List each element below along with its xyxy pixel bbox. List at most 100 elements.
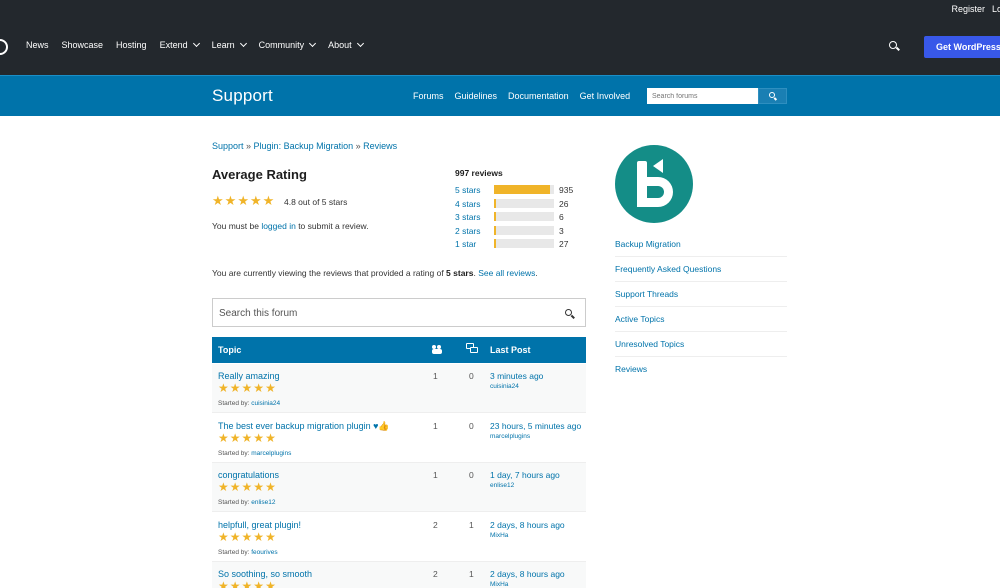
topic-title-link[interactable]: helpfull, great plugin! [218,520,301,530]
topic-title-link[interactable]: congratulations [218,470,279,480]
table-row: The best ever backup migration plugin ♥👍… [212,414,586,463]
rating-row-label[interactable]: 5 stars [455,185,481,195]
topic-posts: 0 [469,470,474,480]
breadcrumb: Support » Plugin: Backup Migration » Rev… [212,141,398,151]
support-link-forums[interactable]: Forums [413,91,444,101]
topic-freshness-link[interactable]: 23 hours, 5 minutes ago [490,421,581,431]
nav-item-community-wrap[interactable]: Community [259,39,317,50]
sidebar-item-unresolved-topics[interactable]: Unresolved Topics [615,332,787,357]
topic-freshness-link[interactable]: 2 days, 8 hours ago [490,569,565,579]
topic-author-link[interactable]: enlise12 [251,499,275,506]
register-link[interactable]: Register [951,4,985,14]
topic-author: Started by: feourives [218,549,278,556]
topic-last-poster-link[interactable]: marcelplugins [490,433,530,440]
nav-item-learn-wrap[interactable]: Learn [212,39,247,50]
breadcrumb-reviews[interactable]: Reviews [363,141,397,151]
search-icon[interactable] [565,309,575,319]
topic-author-link[interactable]: cuisinia24 [251,400,280,407]
star-icon: ★ [229,529,241,544]
nav-item-learn[interactable]: Learn [212,40,235,50]
star-icon: ★ [241,480,253,494]
nav-item-hosting[interactable]: Hosting [116,40,147,50]
logged-in-link[interactable]: logged in [261,221,296,231]
topic-title-link[interactable]: So soothing, so smooth [218,569,312,579]
rating-row-label[interactable]: 3 stars [455,212,481,222]
topic-last-poster-link[interactable]: MixHa [490,581,508,588]
star-icon: ★ [249,193,262,208]
rating-bar-fill [494,239,496,248]
table-row: Really amazing ★ ★ ★ ★ ★ Started by: cuisinia2… [212,364,586,413]
started-by-label: Started by: [218,400,252,407]
topic-author-link[interactable]: feourives [251,549,277,556]
get-wordpress-button[interactable]: Get WordPress [924,36,1000,58]
rating-bar [494,185,554,194]
topic-author-link[interactable]: marcelplugins [251,450,291,457]
login-link[interactable]: Lo [992,4,1000,14]
nav-item-extend-wrap[interactable]: Extend [160,39,200,50]
rating-row-count: 3 [559,225,564,236]
breadcrumb-support[interactable]: Support [212,141,244,151]
topic-rating-stars: ★ ★ ★ ★ ★ [218,529,276,544]
started-by-label: Started by: [218,548,252,556]
support-link-guidelines[interactable]: Guidelines [455,91,498,101]
rating-row[interactable]: 4 stars 26 [455,198,585,210]
nav-item-about-wrap[interactable]: About [328,39,364,50]
rating-row[interactable]: 5 stars 935 [455,184,585,196]
search-icon[interactable] [889,41,900,52]
support-title[interactable]: Support [212,86,273,106]
support-links: Forums Guidelines Documentation Get Involve… [413,91,641,101]
forum-search-input[interactable]: Search this forum [212,298,586,327]
topic-freshness-link[interactable]: 1 day, 7 hours ago [490,470,560,480]
nav-item-community[interactable]: Community [259,40,305,50]
posts-icon [466,343,479,355]
sidebar-item-support-threads[interactable]: Support Threads [615,282,787,307]
rating-row-label[interactable]: 1 star [455,239,476,249]
support-link-get-involved[interactable]: Get Involved [580,91,631,101]
star-icon: ★ [265,579,276,588]
support-link-documentation[interactable]: Documentation [508,91,569,101]
rating-bar-fill [494,198,496,208]
see-all-reviews-link[interactable]: See all reviews [478,268,535,278]
topic-last-poster-link[interactable]: cuisinia24 [490,383,519,390]
rating-bar-fill [494,212,496,221]
topic-last-poster-link[interactable]: enlise12 [490,482,514,489]
breadcrumb-plugin[interactable]: Plugin: Backup Migration [254,141,354,151]
topic-voices: 1 [433,371,438,381]
topic-freshness-link[interactable]: 2 days, 8 hours ago [490,520,565,530]
average-rating-title: Average Rating [212,167,307,182]
rating-row-count: 26 [559,198,569,209]
star-icon: ★ [265,430,276,445]
star-icon: ★ [218,579,229,588]
topic-rating-stars: ★ ★ ★ ★ ★ [218,481,276,494]
topic-title-link[interactable]: The best ever backup migration plugin ♥👍 [218,421,390,432]
plugin-logo [615,145,693,223]
chevron-down-icon [309,39,317,48]
nav-item-showcase[interactable]: Showcase [62,40,104,50]
topic-title-link[interactable]: Really amazing [218,371,280,381]
sidebar-item-backup-migration[interactable]: Backup Migration [615,232,787,257]
sidebar-item-active-topics[interactable]: Active Topics [615,307,787,332]
topic-posts: 1 [469,569,474,579]
nav-item-extend[interactable]: Extend [160,40,188,50]
rating-row[interactable]: 3 stars 6 [455,211,585,223]
topic-freshness-link[interactable]: 3 minutes ago [490,371,543,381]
rating-bar [494,212,554,221]
star-icon: ★ [253,529,265,544]
star-icon: ★ [241,579,253,588]
rating-row[interactable]: 1 star 27 [455,238,585,250]
sidebar-item-reviews[interactable]: Reviews [615,357,787,382]
rating-row[interactable]: 2 stars 3 [455,225,585,237]
star-icon: ★ [218,480,229,494]
topic-last-poster-link[interactable]: MixHa [490,532,508,539]
wordpress-logo-icon[interactable] [0,39,8,55]
nav-item-about[interactable]: About [328,40,352,50]
search-forums-button[interactable] [758,88,787,104]
topic-voices: 1 [433,420,438,431]
nav-item-news[interactable]: News [26,40,49,50]
sidebar-item-frequently-asked-questions[interactable]: Frequently Asked Questions [615,257,787,282]
main-navigation: News Showcase Hosting Extend Learn Community A… [0,20,1000,75]
search-forums-input[interactable] [647,88,758,104]
rating-row-label[interactable]: 2 stars [455,226,481,236]
rating-row-label[interactable]: 4 stars [455,199,481,209]
star-icon: ★ [229,579,241,588]
